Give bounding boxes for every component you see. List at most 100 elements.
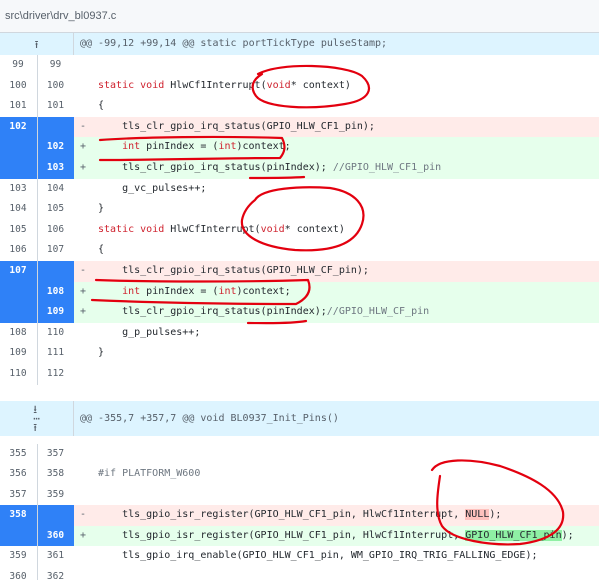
diff-line: 110 112 (0, 363, 599, 385)
old-line-number[interactable] (0, 302, 37, 323)
code-token: tls_clr_gpio_irq_status(GPIO_HLW_CF1_pin… (98, 120, 375, 132)
old-line-number[interactable]: 101 (0, 96, 37, 117)
code-line: + tls_clr_gpio_irq_status(pinIndex);//GP… (74, 302, 599, 323)
file-path-header: src\driver\drv_bl0937.c (0, 0, 599, 33)
code-token: { (98, 244, 105, 256)
new-line-number[interactable]: 107 (37, 240, 74, 261)
hunk-header-text: @@ -99,12 +99,14 @@ static portTickType … (74, 33, 599, 55)
old-line-number[interactable]: 109 (0, 343, 37, 364)
old-line-number[interactable]: 103 (0, 179, 37, 200)
diff-line-added: 102 + int pinIndex = (int)context; (0, 137, 599, 158)
diff-line: 357 359 (0, 484, 599, 506)
old-line-number[interactable]: 357 (0, 485, 37, 506)
old-line-number[interactable]: 356 (0, 464, 37, 485)
old-line-number[interactable]: 107 (0, 260, 37, 282)
code-token: ); (561, 529, 574, 541)
new-line-number[interactable] (37, 505, 74, 526)
diff-line: 99 99 (0, 55, 599, 76)
new-line-number[interactable] (37, 116, 74, 138)
diff-line: 355 357 (0, 443, 599, 465)
old-line-number[interactable] (0, 137, 37, 158)
code-token: * context) (290, 79, 351, 91)
old-line-number[interactable] (0, 281, 37, 303)
new-line-number[interactable]: 359 (37, 484, 74, 506)
code-line: + tls_clr_gpio_irq_status(pinIndex); //G… (74, 157, 599, 179)
old-line-number[interactable] (0, 525, 37, 547)
code-line: + int pinIndex = (int)context; (74, 281, 599, 303)
new-line-number[interactable]: 101 (37, 96, 74, 117)
new-line-number[interactable]: 358 (37, 464, 74, 485)
old-line-number[interactable]: 358 (0, 505, 37, 526)
diff-line-added: 109 + tls_clr_gpio_irq_status(pinIndex);… (0, 302, 599, 323)
code-token: g_vc_pulses++; (98, 182, 207, 194)
code-token: tls_gpio_irq_enable(GPIO_HLW_CF1_pin, WM… (98, 550, 538, 562)
new-line-number[interactable]: 104 (37, 178, 74, 200)
diff-line: 104 105 } (0, 199, 599, 220)
code-token: void (266, 79, 291, 91)
code-token: * context) (284, 223, 345, 235)
new-line-number[interactable]: 112 (37, 363, 74, 385)
diff-sign: + (80, 306, 87, 318)
diff-line-added: 108 + int pinIndex = (int)context; (0, 281, 599, 303)
diff-line: 360 362 (0, 567, 599, 580)
diff-line: 109 111 } (0, 343, 599, 364)
expand-both-button[interactable]: ⭳ ⋯ ⭱ (0, 400, 74, 436)
code-token: HlwCfInterrupt( (164, 223, 261, 235)
new-line-number[interactable]: 357 (37, 443, 74, 465)
code-comment: //GPIO_HLW_CF_pin (326, 306, 430, 318)
new-line-number[interactable]: 103 (37, 157, 74, 179)
old-line-number[interactable]: 102 (0, 116, 37, 138)
code-token: } (98, 203, 105, 215)
old-line-number[interactable]: 355 (0, 444, 37, 465)
new-line-number[interactable]: 361 (37, 546, 74, 568)
diff-line: 100 100 static void HlwCf1Interrupt(void… (0, 75, 599, 97)
diff-line-added: 360 + tls_gpio_isr_register(GPIO_HLW_CF1… (0, 525, 599, 547)
code-token: int (218, 285, 237, 297)
code-token: tls_clr_gpio_irq_status(GPIO_HLW_CF_pin)… (98, 264, 369, 276)
code-token: int (122, 141, 141, 153)
new-line-number[interactable]: 100 (37, 75, 74, 97)
old-line-number[interactable]: 359 (0, 546, 37, 567)
new-line-number[interactable]: 99 (37, 55, 74, 76)
code-line: g_p_pulses++; (74, 323, 599, 344)
code-line: static void HlwCf1Interrupt(void* contex… (74, 76, 599, 97)
diff-line: 105 106 static void HlwCfInterrupt(void*… (0, 219, 599, 241)
new-line-number[interactable]: 105 (37, 199, 74, 220)
code-token: )context; (236, 285, 291, 297)
diff-line: 356 358 #if PLATFORM_W600 (0, 464, 599, 485)
old-line-number[interactable]: 100 (0, 76, 37, 97)
new-line-number[interactable]: 108 (37, 281, 74, 303)
file-path: src\driver\drv_bl0937.c (5, 10, 117, 22)
code-line: { (74, 240, 599, 261)
code-line: tls_gpio_irq_enable(GPIO_HLW_CF1_pin, WM… (74, 546, 599, 567)
old-line-number[interactable]: 108 (0, 323, 37, 344)
new-line-number[interactable]: 106 (37, 219, 74, 241)
new-line-number[interactable]: 102 (37, 137, 74, 158)
old-line-number[interactable]: 106 (0, 240, 37, 261)
new-line-number[interactable]: 109 (37, 302, 74, 323)
code-token: ); (489, 509, 502, 521)
code-token: void (140, 223, 165, 235)
hunk-header-row: ⭱ @@ -99,12 +99,14 @@ static portTickTyp… (0, 33, 599, 55)
old-line-number[interactable]: 104 (0, 199, 37, 220)
old-line-number[interactable]: 110 (0, 364, 37, 385)
old-line-number[interactable]: 360 (0, 567, 37, 580)
code-token: void (260, 223, 285, 235)
code-token: #if PLATFORM_W600 (98, 468, 201, 480)
new-line-number[interactable]: 360 (37, 525, 74, 547)
expand-up-button[interactable]: ⭱ (0, 33, 74, 55)
new-line-number[interactable]: 110 (37, 322, 74, 344)
old-line-number[interactable] (0, 157, 37, 179)
code-line: + tls_gpio_isr_register(GPIO_HLW_CF1_pin… (74, 525, 599, 547)
code-token: tls_clr_gpio_irq_status(pinIndex); (98, 306, 327, 318)
new-line-number[interactable]: 362 (37, 567, 74, 580)
old-line-number[interactable]: 105 (0, 220, 37, 241)
code-token: HlwCf1Interrupt( (164, 79, 267, 91)
diff-sign: - (80, 264, 87, 276)
old-line-number[interactable]: 99 (0, 55, 37, 76)
new-line-number[interactable] (37, 260, 74, 282)
new-line-number[interactable]: 111 (37, 343, 74, 364)
